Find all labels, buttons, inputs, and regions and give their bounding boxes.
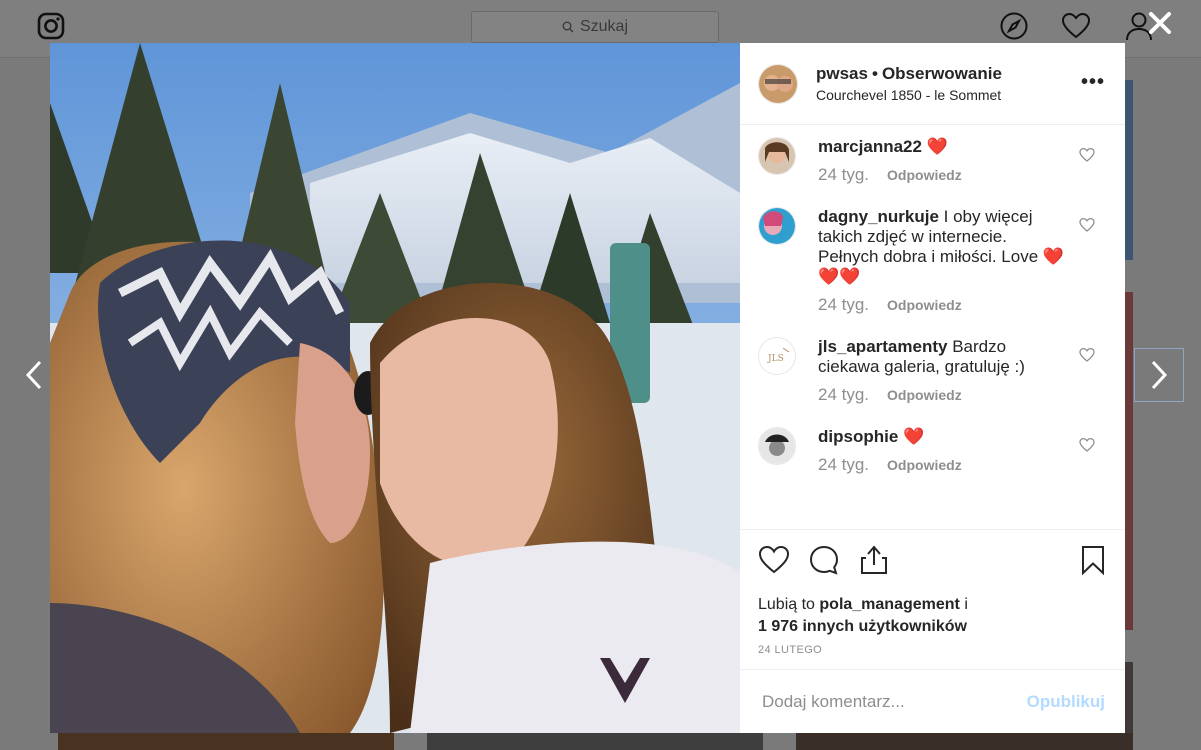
search-placeholder: Szukaj bbox=[579, 18, 629, 35]
svg-text:JLS: JLS bbox=[767, 354, 784, 364]
avatar[interactable] bbox=[758, 63, 798, 104]
comment-item: marcjanna22 ❤️ 24 tyg. Odpowiedz bbox=[758, 137, 1107, 185]
post-author-username[interactable]: pwsas bbox=[816, 64, 868, 83]
post-header: pwsas • Obserwowanie Courchevel 1850 - le … bbox=[740, 43, 1125, 125]
post-modal: pwsas • Obserwowanie Courchevel 1850 - le … bbox=[50, 43, 1125, 733]
comment-item: JLS jls_apartamenty Bardzo ciekawa galer… bbox=[758, 337, 1107, 405]
chevron-right-icon bbox=[1151, 360, 1168, 390]
post-date[interactable]: 24 LUTEGO bbox=[740, 638, 1125, 656]
separator-dot: • bbox=[871, 64, 878, 83]
like-heart-icon[interactable] bbox=[758, 544, 790, 576]
post-image bbox=[50, 43, 740, 733]
comment-item: dipsophie ❤️ 24 tyg. Odpowiedz bbox=[758, 427, 1107, 475]
avatar[interactable] bbox=[758, 207, 796, 245]
like-comment-heart-icon[interactable] bbox=[1079, 437, 1095, 453]
share-icon[interactable] bbox=[858, 544, 890, 576]
grid-tile bbox=[796, 733, 1133, 750]
avatar-image bbox=[759, 208, 795, 244]
comment-time[interactable]: 24 tyg. bbox=[818, 295, 869, 315]
avatar[interactable] bbox=[758, 137, 796, 175]
comment-time[interactable]: 24 tyg. bbox=[818, 165, 869, 185]
bookmark-icon[interactable] bbox=[1077, 544, 1109, 576]
grid-tile bbox=[58, 733, 394, 750]
more-options-button[interactable]: ••• bbox=[1081, 71, 1105, 94]
following-button[interactable]: Obserwowanie bbox=[882, 64, 1002, 83]
comment-input[interactable] bbox=[760, 690, 1024, 713]
next-post-button[interactable] bbox=[1134, 348, 1184, 402]
previous-post-button[interactable] bbox=[14, 350, 54, 400]
search-input[interactable]: Szukaj bbox=[471, 11, 719, 43]
grid-tile bbox=[1125, 80, 1133, 260]
post-location[interactable]: Courchevel 1850 - le Sommet bbox=[816, 87, 1002, 103]
avatar-image bbox=[759, 64, 797, 103]
avatar-image bbox=[759, 428, 795, 464]
comment-username[interactable]: dagny_nurkuje bbox=[818, 207, 939, 226]
comment-text: ❤️ bbox=[903, 427, 925, 446]
reply-button[interactable]: Odpowiedz bbox=[887, 167, 962, 183]
close-button[interactable] bbox=[1143, 6, 1177, 40]
heart-icon[interactable] bbox=[1061, 11, 1091, 41]
liker-username[interactable]: pola_management bbox=[819, 596, 959, 613]
publish-button[interactable]: Opublikuj bbox=[1027, 692, 1105, 712]
grid-tile bbox=[1125, 292, 1133, 630]
likes-prefix: Lubią to bbox=[758, 596, 815, 613]
post-actions-bar bbox=[740, 529, 1125, 594]
avatar-image bbox=[759, 138, 795, 174]
avatar-image: JLS bbox=[759, 338, 795, 374]
chevron-left-icon bbox=[25, 360, 42, 390]
reply-button[interactable]: Odpowiedz bbox=[887, 387, 962, 403]
comment-username[interactable]: dipsophie bbox=[818, 427, 898, 446]
grid-tile bbox=[427, 733, 763, 750]
add-comment-bar: Opublikuj bbox=[740, 669, 1125, 733]
comment-item: dagny_nurkuje I oby więcej takich zdjęć … bbox=[758, 207, 1107, 315]
like-comment-heart-icon[interactable] bbox=[1079, 347, 1095, 363]
like-comment-heart-icon[interactable] bbox=[1079, 217, 1095, 233]
comment-text: ❤️ bbox=[926, 137, 948, 156]
post-side-panel: pwsas • Obserwowanie Courchevel 1850 - le … bbox=[740, 43, 1125, 733]
more-icon: ••• bbox=[1080, 71, 1105, 93]
like-comment-heart-icon[interactable] bbox=[1079, 147, 1095, 163]
reply-button[interactable]: Odpowiedz bbox=[887, 457, 962, 473]
post-photo[interactable] bbox=[50, 43, 740, 733]
instagram-logo-icon[interactable] bbox=[37, 12, 65, 40]
close-icon bbox=[1149, 12, 1171, 34]
likes-summary: Lubią to pola_management i 1 976 innych … bbox=[740, 594, 1125, 638]
comment-username[interactable]: jls_apartamenty bbox=[818, 337, 947, 356]
avatar[interactable]: JLS bbox=[758, 337, 796, 375]
reply-button[interactable]: Odpowiedz bbox=[887, 297, 962, 313]
comment-bubble-icon[interactable] bbox=[808, 544, 840, 576]
likes-conj: i bbox=[964, 596, 968, 613]
comment-time[interactable]: 24 tyg. bbox=[818, 385, 869, 405]
avatar[interactable] bbox=[758, 427, 796, 465]
comment-username[interactable]: marcjanna22 bbox=[818, 137, 922, 156]
comment-time[interactable]: 24 tyg. bbox=[818, 455, 869, 475]
compass-icon[interactable] bbox=[999, 11, 1029, 41]
likes-count-link[interactable]: 1 976 innych użytkowników bbox=[758, 618, 967, 635]
comments-list: marcjanna22 ❤️ 24 tyg. Odpowiedz dagny_nu… bbox=[740, 125, 1125, 529]
search-icon bbox=[562, 21, 574, 33]
